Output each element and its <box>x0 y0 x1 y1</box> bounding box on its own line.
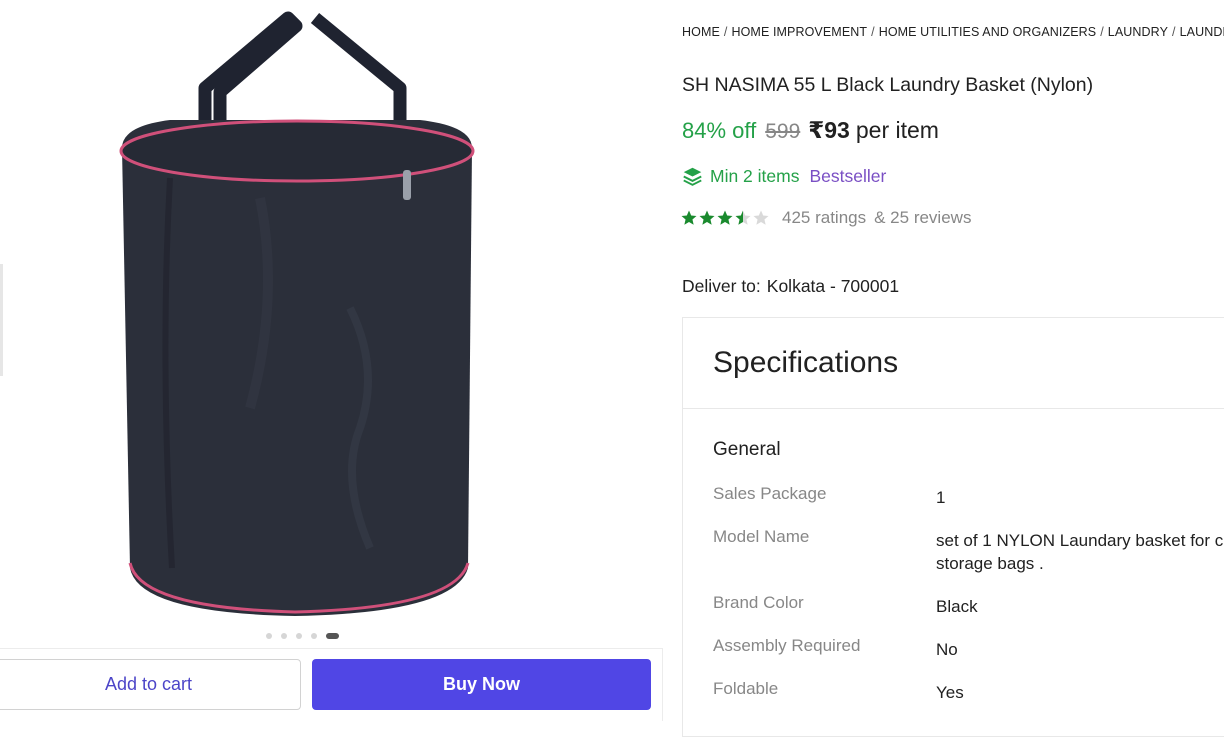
breadcrumb-item-home-utilities[interactable]: HOME UTILITIES AND ORGANIZERS <box>879 25 1097 39</box>
min-items-label: Min 2 items <box>710 166 800 186</box>
spec-key: Model Name <box>713 527 810 546</box>
carousel-dot[interactable] <box>281 633 287 639</box>
original-price: 599 <box>765 120 801 143</box>
breadcrumb-item-laundry-sub[interactable]: LAUNDRY <box>1180 25 1224 39</box>
star-icon <box>699 210 715 225</box>
carousel-dot[interactable] <box>266 633 272 639</box>
spec-key: Assembly Required <box>713 636 861 655</box>
specifications-title: Specifications <box>683 318 1224 409</box>
reviews-count: & 25 reviews <box>874 208 972 227</box>
delivery-row[interactable]: Deliver to: Kolkata - 700001 <box>682 276 899 297</box>
breadcrumb: HOME / HOME IMPROVEMENT / HOME UTILITIES AND… <box>682 25 1224 39</box>
spec-value: Yes <box>936 683 964 702</box>
carousel-dot-active[interactable] <box>326 633 339 639</box>
spec-value: Black <box>936 597 978 616</box>
selling-price: ₹93 <box>808 117 850 143</box>
spec-key: Foldable <box>713 679 779 698</box>
star-rating <box>680 209 770 227</box>
product-image[interactable] <box>110 8 480 620</box>
carousel-dot[interactable] <box>311 633 317 639</box>
delivery-location[interactable]: Kolkata - 700001 <box>767 276 899 296</box>
price-unit: per item <box>855 117 939 143</box>
bestseller-badge: Bestseller <box>809 166 887 186</box>
star-icon <box>735 210 751 225</box>
gallery-side-tab[interactable] <box>0 264 3 376</box>
buy-now-button[interactable]: Buy Now <box>312 659 651 710</box>
star-icon <box>717 210 733 225</box>
deliver-to-label: Deliver to: <box>682 276 761 296</box>
ratings-count: 425 ratings <box>782 208 867 227</box>
add-to-cart-button[interactable]: Add to cart <box>0 659 301 710</box>
spec-value: 1 <box>936 488 946 507</box>
spec-value: No <box>936 640 958 659</box>
breadcrumb-item-laundry[interactable]: LAUNDRY <box>1108 25 1168 39</box>
breadcrumb-item-home[interactable]: HOME <box>682 25 720 39</box>
breadcrumb-item-home-improvement[interactable]: HOME IMPROVEMENT <box>731 25 867 39</box>
spec-key: Sales Package <box>713 484 827 503</box>
product-gallery: Add to cart Buy Now <box>0 0 662 721</box>
price-row: 84% off 599 ₹93 per item <box>682 117 939 144</box>
discount-label: 84% off <box>682 118 757 143</box>
rating-row[interactable]: 425 ratings & 25 reviews <box>680 208 971 228</box>
carousel-dot[interactable] <box>296 633 302 639</box>
carousel-dots <box>266 632 339 640</box>
spec-group-general: General <box>713 439 781 460</box>
star-icon <box>753 210 769 225</box>
product-title: SH NASIMA 55 L Black Laundry Basket (Nyl… <box>682 74 1094 96</box>
layers-icon <box>683 167 702 186</box>
star-icon <box>681 210 697 225</box>
action-bar-divider <box>0 648 662 649</box>
specifications-card: Specifications General Sales Package 1 M… <box>682 317 1224 737</box>
min-order-row: Min 2 items Bestseller <box>682 166 886 187</box>
spec-key: Brand Color <box>713 593 804 612</box>
pane-divider <box>662 648 663 721</box>
spec-value: set of 1 NYLON Laundary basket for c sto… <box>936 531 1224 573</box>
